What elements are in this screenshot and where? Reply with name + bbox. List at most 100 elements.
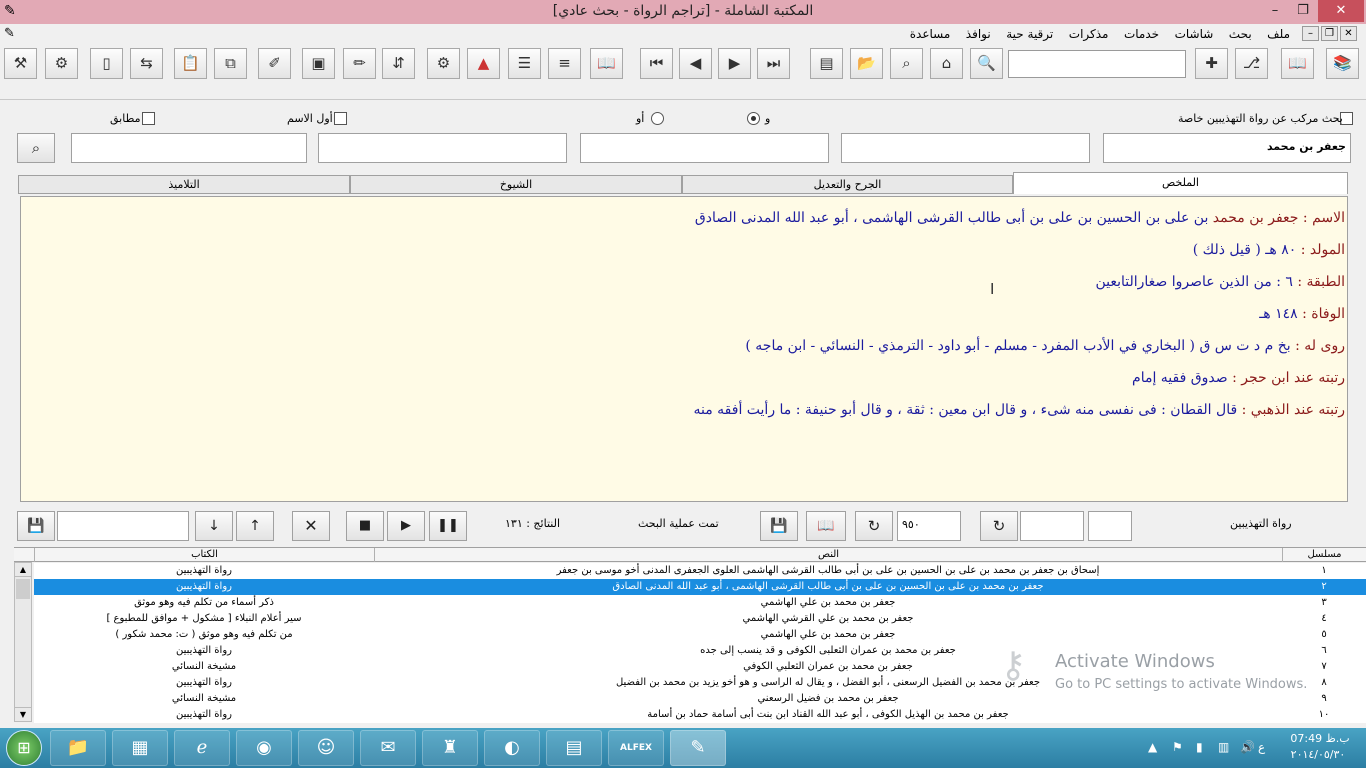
table-row[interactable]: سير أعلام النبلاء [ مشكول + موافق للمطبو… <box>34 611 1366 627</box>
alfex-icon[interactable]: ALFEX <box>608 730 664 766</box>
add-folder-icon[interactable]: ✚ <box>1195 48 1228 79</box>
document-settings-icon[interactable]: ⚙ <box>427 48 460 79</box>
table-row[interactable]: رواة التهذيبين جعفر بن محمد بن عمران الث… <box>34 643 1366 659</box>
and-radio[interactable] <box>747 112 760 125</box>
table-row[interactable]: مشيخة النسائي جعفر بن محمد بن عمران الثع… <box>34 659 1366 675</box>
table-row[interactable]: رواة التهذيبين جعفر بن محمد بن الهذيل ال… <box>34 707 1366 723</box>
table-row-selected[interactable]: رواة التهذيبين جعفر بن محمد بن على بن ال… <box>34 579 1366 595</box>
tray-language[interactable]: ع <box>1258 740 1265 754</box>
mdi-close-button[interactable]: ✕ <box>1340 26 1357 41</box>
menu-services[interactable]: خدمات <box>1118 24 1165 44</box>
filter-input[interactable] <box>57 511 189 541</box>
mdi-icon[interactable]: ✎ <box>4 26 15 41</box>
tab-criticism[interactable]: الجرح والتعديل <box>682 175 1013 194</box>
tools-icon[interactable]: ⚒ <box>4 48 37 79</box>
explorer-icon[interactable]: 📁 <box>50 730 106 766</box>
save-results-icon[interactable]: 💾 <box>760 511 798 541</box>
table-row[interactable]: رواة التهذيبين إسحاق بن جعفر بن محمد بن … <box>34 563 1366 579</box>
minimize-button[interactable]: – <box>1262 0 1288 22</box>
menu-windows[interactable]: نوافذ <box>960 24 997 44</box>
search-page-icon[interactable]: 🔍 <box>970 48 1003 79</box>
book-column-header[interactable]: الكتاب <box>34 548 374 562</box>
open-book-icon[interactable]: 📖 <box>1281 48 1314 79</box>
reload-button[interactable]: ↻ <box>980 511 1018 541</box>
toolbar-search-input[interactable] <box>1008 50 1186 78</box>
menu-screens[interactable]: شاشات <box>1169 24 1220 44</box>
pause-button[interactable]: ❚❚ <box>429 511 467 541</box>
menu-search[interactable]: بحث <box>1223 24 1258 44</box>
window-icon[interactable]: ▤ <box>810 48 843 79</box>
compare-icon[interactable]: ⇆ <box>130 48 163 79</box>
network-icon[interactable]: ◐ <box>484 730 540 766</box>
notepad-icon[interactable]: ▤ <box>546 730 602 766</box>
search-field-3[interactable] <box>580 133 829 163</box>
tray-volume-icon[interactable]: 🔊 <box>1240 740 1255 754</box>
game-icon[interactable]: ♜ <box>422 730 478 766</box>
pdf-icon[interactable]: ▲ <box>467 48 500 79</box>
tray-arrow-icon[interactable]: ▲ <box>1148 740 1157 754</box>
clipboard-icon[interactable]: 📋 <box>174 48 207 79</box>
menu-live-update[interactable]: ترقية حية <box>1000 24 1059 44</box>
arrow-up-button[interactable]: ↑ <box>236 511 274 541</box>
close-button[interactable]: ✕ <box>1318 0 1364 22</box>
range-to-input[interactable] <box>1088 511 1132 541</box>
first-name-checkbox[interactable] <box>334 112 347 125</box>
book-open-button[interactable]: 📖 <box>806 511 846 541</box>
table-row[interactable]: من تكلم فيه وهو موثق ( ت: محمد شكور ) جع… <box>34 627 1366 643</box>
clear-button[interactable]: ✕ <box>292 511 330 541</box>
refresh-button[interactable]: ↻ <box>855 511 893 541</box>
previous-icon[interactable]: ◀ <box>679 48 712 79</box>
or-radio[interactable] <box>651 112 664 125</box>
first-icon[interactable]: ⏮ <box>640 48 673 79</box>
new-page-icon[interactable]: ▯ <box>90 48 123 79</box>
binoculars-icon[interactable]: ⌕ <box>890 48 923 79</box>
books-icon[interactable]: 📚 <box>1326 48 1359 79</box>
tray-flag-icon[interactable]: ⚑ <box>1172 740 1183 754</box>
save-icon[interactable]: 💾 <box>17 511 55 541</box>
tab-teachers[interactable]: الشيوخ <box>350 175 682 194</box>
menu-notes[interactable]: مذكرات <box>1063 24 1115 44</box>
play-button[interactable]: ▶ <box>387 511 425 541</box>
exact-checkbox[interactable] <box>142 112 155 125</box>
last-icon[interactable]: ⏭ <box>757 48 790 79</box>
chat-icon[interactable]: ✉ <box>360 730 416 766</box>
tab-summary[interactable]: الملخص <box>1013 172 1348 194</box>
copy-icon[interactable]: ⧉ <box>214 48 247 79</box>
messenger-icon[interactable]: ☺ <box>298 730 354 766</box>
sort-icon[interactable]: ⇵ <box>382 48 415 79</box>
results-scrollbar[interactable]: ▲ ▼ <box>14 562 32 722</box>
scroll-icon[interactable]: ⌂ <box>930 48 963 79</box>
menu-file[interactable]: ملف <box>1261 24 1296 44</box>
settings-icon[interactable]: ⚙ <box>45 48 78 79</box>
mdi-restore-button[interactable]: ❐ <box>1321 26 1338 41</box>
tray-network-icon[interactable]: ▥ <box>1218 740 1229 754</box>
search-field-5[interactable] <box>71 133 307 163</box>
shamela-icon[interactable]: ✎ <box>670 730 726 766</box>
ie-icon[interactable]: ℯ <box>174 730 230 766</box>
start-button[interactable]: ⊞ <box>6 730 42 766</box>
count-input[interactable]: ٩٥٠ <box>897 511 961 541</box>
tray-power-icon[interactable]: ▮ <box>1196 740 1203 754</box>
firefox-icon[interactable]: ◉ <box>236 730 292 766</box>
control-panel-icon[interactable]: ▦ <box>112 730 168 766</box>
book-icon[interactable]: 📖 <box>590 48 623 79</box>
search-button[interactable]: ⌕ <box>17 133 55 163</box>
restore-button[interactable]: ❐ <box>1290 0 1316 22</box>
edit-page-icon[interactable]: ✐ <box>258 48 291 79</box>
search-field-2[interactable] <box>841 133 1090 163</box>
range-from-input[interactable] <box>1020 511 1084 541</box>
text-column-header[interactable]: النص <box>374 548 1282 562</box>
next-icon[interactable]: ▶ <box>718 48 751 79</box>
tree-icon[interactable]: ⎇ <box>1235 48 1268 79</box>
list-icon[interactable]: ☰ <box>508 48 541 79</box>
open-folder-icon[interactable]: 📂 <box>850 48 883 79</box>
pencil-icon[interactable]: ✏ <box>343 48 376 79</box>
folder-icon[interactable]: ▣ <box>302 48 335 79</box>
tray-date[interactable]: ٢٠١٤/٠٥/٣٠ <box>1282 748 1354 761</box>
table-row[interactable]: ذكر أسماء من تكلم فيه وهو موثق جعفر بن م… <box>34 595 1366 611</box>
stop-button[interactable]: ■ <box>346 511 384 541</box>
search-field-4[interactable] <box>318 133 567 163</box>
lines-icon[interactable]: ≡ <box>548 48 581 79</box>
search-field-1[interactable]: جعفر بن محمد <box>1103 133 1351 163</box>
menu-help[interactable]: مساعدة <box>904 24 957 44</box>
